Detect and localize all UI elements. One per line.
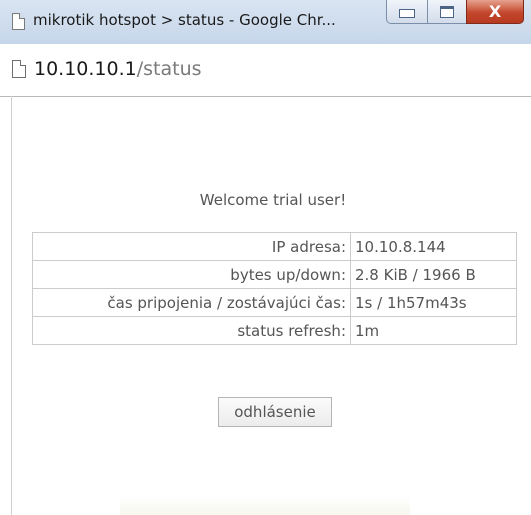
table-row: status refresh: 1m	[32, 316, 517, 345]
row-value: 1s / 1h57m43s	[350, 288, 517, 317]
welcome-message: Welcome trial user!	[199, 191, 347, 209]
url-host: 10.10.10.1	[34, 58, 137, 80]
window-title: mikrotik hotspot > status - Google Chr..…	[33, 11, 336, 29]
maximize-icon	[440, 5, 454, 18]
logout-button[interactable]: odhlásenie	[218, 397, 332, 427]
table-row: bytes up/down: 2.8 KiB / 1966 B	[32, 260, 517, 289]
minimize-icon	[399, 9, 415, 18]
content-edge	[11, 96, 12, 515]
close-icon: X	[488, 1, 502, 21]
close-button[interactable]: X	[466, 0, 524, 24]
url-path: /status	[136, 58, 202, 80]
page-icon	[12, 13, 25, 30]
table-row: IP adresa: 10.10.8.144	[32, 232, 517, 261]
row-label: status refresh:	[32, 316, 351, 345]
row-label: čas pripojenia / zostávajúci čas:	[32, 288, 351, 317]
row-label: IP adresa:	[32, 232, 351, 261]
url-field[interactable]: 10.10.10.1/status	[34, 58, 202, 80]
row-value: 1m	[350, 316, 517, 345]
page-icon	[12, 60, 26, 78]
minimize-button[interactable]	[386, 0, 428, 24]
bottom-fade	[120, 495, 410, 515]
status-table: IP adresa: 10.10.8.144 bytes up/down: 2.…	[32, 232, 517, 345]
row-label: bytes up/down:	[32, 260, 351, 289]
maximize-button[interactable]	[427, 0, 467, 24]
row-value: 2.8 KiB / 1966 B	[350, 260, 517, 289]
table-row: čas pripojenia / zostávajúci čas: 1s / 1…	[32, 288, 517, 317]
row-value: 10.10.8.144	[350, 232, 517, 261]
browser-window: mikrotik hotspot > status - Google Chr..…	[0, 0, 531, 515]
title-bar[interactable]: mikrotik hotspot > status - Google Chr..…	[0, 0, 531, 45]
